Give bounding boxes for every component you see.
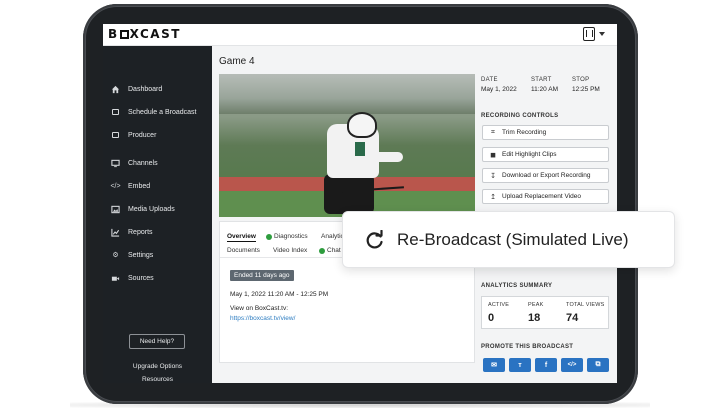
stop-value: 12:25 PM (572, 86, 600, 93)
tab-documents[interactable]: Documents (227, 247, 260, 254)
sidebar-item-producer[interactable]: Producer (103, 126, 212, 144)
tab-overview[interactable]: Overview (227, 233, 256, 242)
peak-value: 18 (528, 312, 541, 324)
upload-replacement-button[interactable]: ↥ Upload Replacement Video (482, 189, 609, 204)
producer-icon (111, 131, 120, 140)
trim-recording-button[interactable]: ⌗ Trim Recording (482, 125, 609, 140)
gear-icon: ⚙ (112, 252, 119, 259)
total-views-label: TOTAL VIEWS (566, 302, 605, 308)
upload-icon: ↥ (490, 193, 496, 201)
camera-icon: ◼ (490, 151, 496, 159)
chevron-down-icon[interactable] (599, 32, 605, 36)
page-title: Game 4 (219, 56, 255, 67)
sidebar-item-settings[interactable]: ⚙ Settings (103, 246, 212, 264)
copy-icon: ⧉ (595, 361, 601, 368)
email-share-button[interactable]: ✉ (483, 358, 505, 372)
code-icon: </> (110, 182, 121, 190)
sidebar-item-reports[interactable]: Reports (103, 223, 212, 241)
active-value: 0 (488, 312, 495, 324)
rebroadcast-label: Re-Broadcast (Simulated Live) (397, 229, 629, 249)
view-on-label: View on BoxCast.tv: (230, 305, 289, 312)
sidebar-item-embed[interactable]: </> Embed (103, 177, 212, 195)
stop-label: STOP (572, 77, 590, 83)
analytics-summary-card: ACTIVE 0 PEAK 18 TOTAL VIEWS 74 (481, 296, 609, 329)
start-value: 11:20 AM (531, 86, 558, 93)
copy-share-button[interactable]: ⧉ (587, 358, 609, 372)
active-label: ACTIVE (488, 302, 510, 308)
twitter-icon: ᴛ (518, 361, 522, 369)
twitter-share-button[interactable]: ᴛ (509, 358, 531, 372)
start-label: START (531, 77, 552, 83)
total-views-value: 74 (566, 312, 579, 324)
date-label: DATE (481, 77, 498, 83)
image-icon (111, 205, 120, 214)
team-logo-icon[interactable] (583, 27, 595, 41)
facebook-share-button[interactable]: f (535, 358, 557, 372)
tab-analytics[interactable]: Analytic (321, 233, 344, 240)
resources-link[interactable]: Resources (103, 376, 212, 383)
embed-share-button[interactable]: </> (561, 358, 583, 372)
status-dot-icon (319, 247, 325, 254)
tab-diagnostics[interactable]: Diagnostics (266, 233, 308, 240)
email-icon: ✉ (491, 362, 497, 369)
boxcast-logo[interactable]: B XCAST (108, 27, 181, 41)
crop-icon: ⌗ (491, 128, 495, 136)
recording-controls-label: RECORDING CONTROLS (481, 113, 559, 119)
app-screen: B XCAST Dashboard Schedule a Broadcast Pr… (103, 24, 617, 383)
top-bar: B XCAST (103, 24, 617, 46)
peak-label: PEAK (528, 302, 544, 308)
broadcast-datetime: May 1, 2022 11:20 AM - 12:25 PM (230, 291, 329, 298)
tab-video-index[interactable]: Video Index (273, 247, 307, 254)
status-dot-icon (266, 233, 272, 240)
tab-chat[interactable]: Chat (319, 247, 341, 254)
need-help-button[interactable]: Need Help? (129, 334, 185, 349)
chart-icon (111, 228, 120, 237)
sidebar-item-channels[interactable]: Channels (103, 154, 212, 172)
download-export-button[interactable]: ↧ Download or Export Recording (482, 168, 609, 183)
monitor-icon (111, 159, 120, 168)
sidebar-item-sources[interactable]: Sources (103, 269, 212, 287)
view-on-link[interactable]: https://boxcast.tv/view/ (230, 315, 295, 322)
sidebar-item-dashboard[interactable]: Dashboard (103, 80, 212, 98)
analytics-summary-label: ANALYTICS SUMMARY (481, 283, 553, 289)
calendar-icon (111, 108, 120, 117)
refresh-icon (366, 229, 383, 248)
sidebar-item-media-uploads[interactable]: Media Uploads (103, 200, 212, 218)
date-value: May 1, 2022 (481, 86, 517, 93)
logo-box-glyph (119, 30, 129, 39)
home-icon (111, 85, 120, 94)
sidebar: Dashboard Schedule a Broadcast Producer … (103, 46, 212, 383)
download-icon: ↧ (490, 172, 496, 180)
edit-highlight-clips-button[interactable]: ◼ Edit Highlight Clips (482, 147, 609, 162)
status-badge: Ended 11 days ago (230, 270, 294, 281)
camera-icon (111, 274, 120, 283)
code-icon: </> (567, 362, 577, 368)
facebook-icon: f (544, 361, 548, 369)
rebroadcast-button[interactable]: Re-Broadcast (Simulated Live) (342, 211, 675, 268)
upgrade-options-link[interactable]: Upgrade Options (103, 363, 212, 370)
sidebar-item-schedule-broadcast[interactable]: Schedule a Broadcast (103, 103, 212, 121)
video-player[interactable] (219, 74, 475, 217)
promote-label: PROMOTE THIS BROADCAST (481, 344, 574, 350)
